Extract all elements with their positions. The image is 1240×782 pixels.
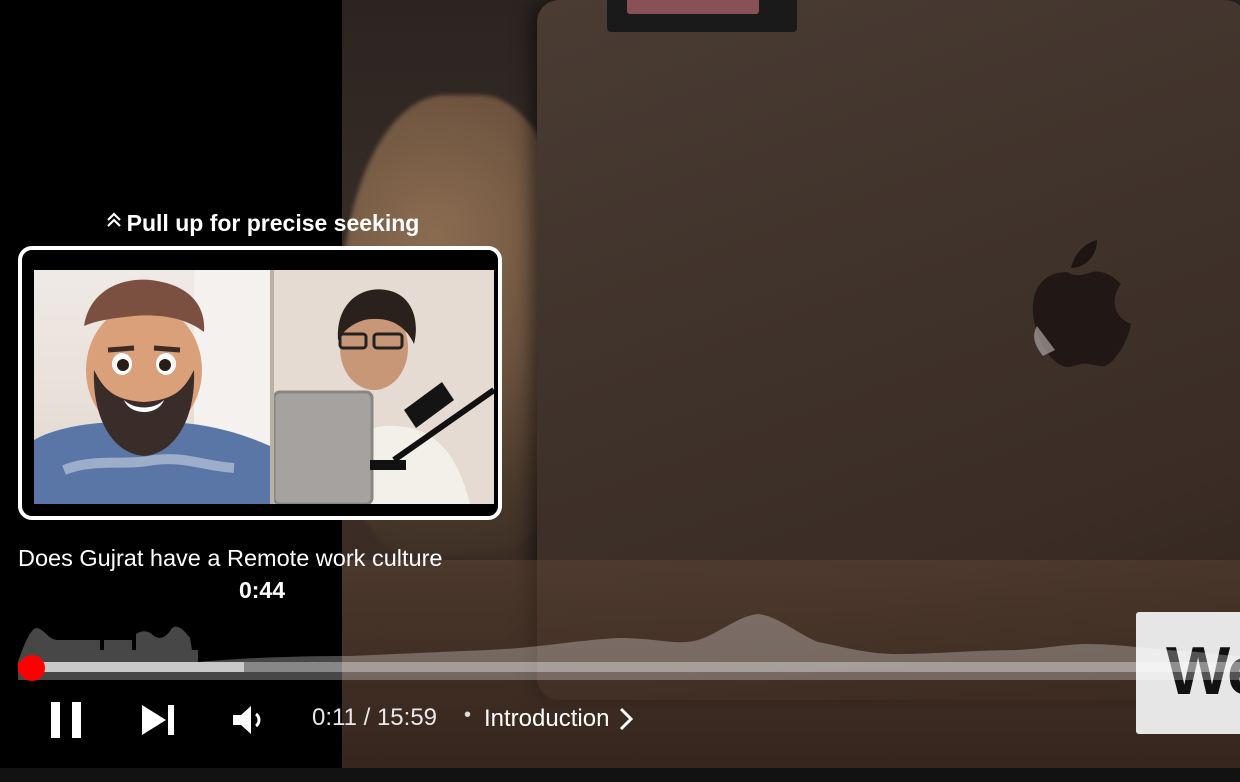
- photo-frame-shape: [607, 0, 797, 32]
- time-display: 0:11 / 15:59: [312, 704, 437, 732]
- chapter-button[interactable]: Introduction: [484, 701, 634, 737]
- preview-person-panel: [274, 270, 494, 504]
- preview-chapter-title: Does Gujrat have a Remote work culture: [18, 545, 443, 571]
- volume-icon: [233, 706, 261, 734]
- bottom-strip: [0, 768, 1240, 782]
- seek-hint: Pull up for precise seeking: [0, 210, 524, 237]
- next-button[interactable]: [132, 696, 184, 744]
- progress-buffered: [18, 662, 244, 672]
- seek-preview-thumbnail: [18, 246, 502, 520]
- volume-button[interactable]: [222, 696, 274, 744]
- preview-image: [34, 270, 494, 504]
- preview-timestamp: 0:44: [238, 577, 286, 603]
- chevron-double-up-icon: [105, 211, 123, 234]
- duration: 15:59: [376, 704, 438, 731]
- preview-avatar-panel: [34, 270, 270, 504]
- pause-icon: [51, 702, 81, 738]
- progress-scrubber[interactable]: [19, 655, 45, 681]
- pause-button[interactable]: [40, 696, 92, 744]
- chevron-right-icon: [620, 707, 634, 731]
- skip-next-icon: [142, 705, 174, 735]
- time-separator: /: [363, 704, 371, 731]
- chapter-label: Introduction: [484, 705, 610, 732]
- video-player[interactable]: We Pull up for precise seeking: [0, 0, 1240, 782]
- separator-dot: •: [464, 704, 472, 726]
- seek-hint-label: Pull up for precise seeking: [126, 210, 420, 236]
- current-time: 0:11: [312, 704, 357, 731]
- apple-logo-icon: [1032, 240, 1131, 368]
